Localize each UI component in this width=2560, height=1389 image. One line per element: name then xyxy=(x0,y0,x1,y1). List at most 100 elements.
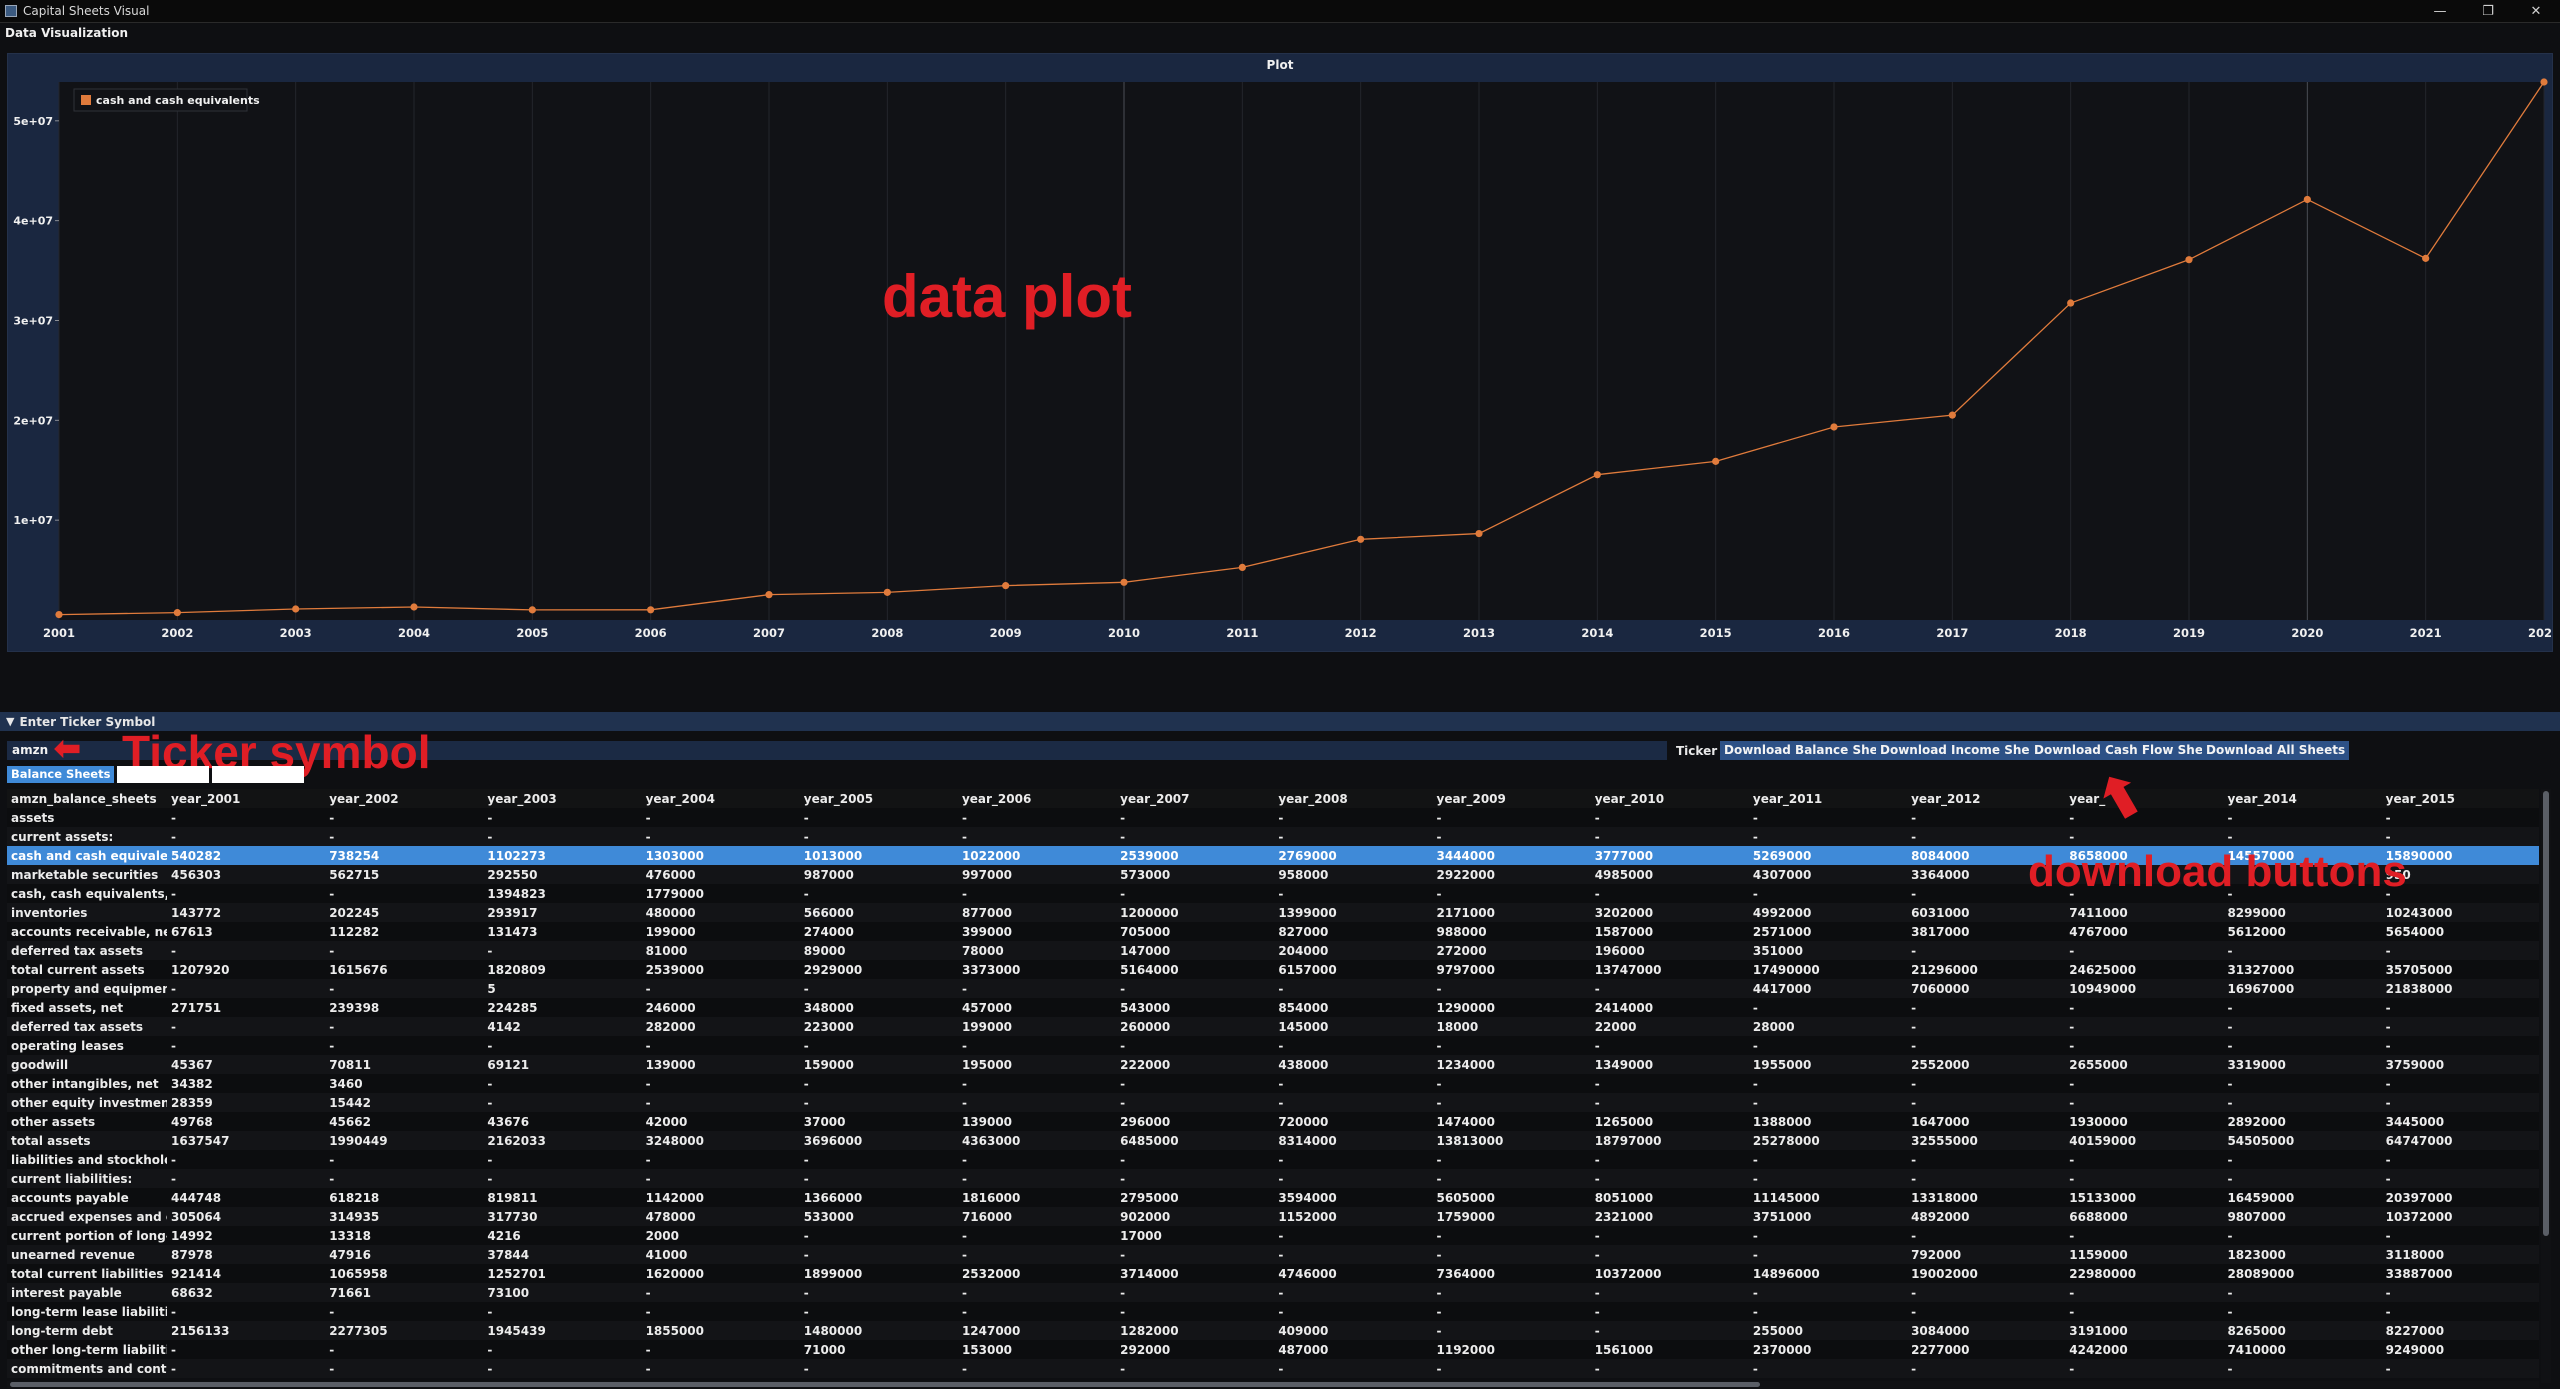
horizontal-scrollbar[interactable] xyxy=(7,1381,2539,1388)
download-all-sheets-button[interactable]: Download All Sheets xyxy=(2202,741,2350,760)
table-header-cell[interactable]: year_2010 xyxy=(1590,789,1749,808)
table-row[interactable]: current liabilities: - - - - - - - - - - - - - - - xyxy=(7,1169,2539,1188)
table-cell: 1102273 xyxy=(483,846,642,865)
data-point[interactable] xyxy=(2067,299,2075,307)
table-header-cell[interactable]: year_2005 xyxy=(799,789,958,808)
data-point[interactable] xyxy=(1830,423,1838,431)
collapse-toggle-icon[interactable]: ▼ xyxy=(6,715,14,728)
table-cell: 314935 xyxy=(325,1207,484,1226)
table-header-cell[interactable]: year_2006 xyxy=(957,789,1117,808)
table-row[interactable]: other intangibles, net 34382 3460- - - - - - - - -… xyxy=(7,1074,2539,1093)
table-row[interactable]: total current assets 1207920 1615676 182080… xyxy=(7,960,2539,979)
data-point[interactable] xyxy=(2540,78,2548,86)
horizontal-scroll-thumb[interactable] xyxy=(10,1382,1760,1387)
table-row[interactable]: other assets 49768 45662 43676 42000 37000 139… xyxy=(7,1112,2539,1131)
table-row[interactable]: total current liabilities 921414 1065958 12… xyxy=(7,1264,2539,1283)
data-point[interactable] xyxy=(410,603,418,611)
close-button[interactable]: ✕ xyxy=(2512,0,2560,22)
vertical-scrollbar[interactable] xyxy=(2541,789,2551,1383)
data-point[interactable] xyxy=(2422,254,2430,262)
table-cell: - xyxy=(483,1093,642,1112)
data-point[interactable] xyxy=(1948,411,1956,419)
table-header-cell[interactable]: year_2012 xyxy=(1907,789,2066,808)
table-cell: - xyxy=(957,1226,1117,1245)
table-row[interactable]: accounts payable 444748 618218 819811 114200… xyxy=(7,1188,2539,1207)
table-cell: 87978 xyxy=(167,1245,326,1264)
table-header-cell[interactable]: year_2008 xyxy=(1274,789,1433,808)
table-header-cell[interactable]: year_2004 xyxy=(641,789,800,808)
data-point[interactable] xyxy=(1712,457,1720,465)
vertical-scroll-thumb[interactable] xyxy=(2543,791,2549,1236)
table-row[interactable]: fixed assets, net 271751 239398 224285 24600… xyxy=(7,998,2539,1017)
tab-balance-sheets[interactable]: Balance Sheets xyxy=(7,766,115,783)
table-cell: - xyxy=(641,808,800,827)
data-point[interactable] xyxy=(55,611,63,619)
table-row[interactable]: inventories 143772 202245 293917 480000 56600… xyxy=(7,903,2539,922)
data-point[interactable] xyxy=(292,605,300,613)
table-row[interactable]: property and equipment, net--5-------441… xyxy=(7,979,2539,998)
table-row[interactable]: deferred tax assets - -4142 282000 223000 199… xyxy=(7,1017,2539,1036)
table-row[interactable]: total assets 1637547 1990449 2162033 3248000… xyxy=(7,1131,2539,1150)
table-row[interactable]: goodwill 45367 70811 69121 139000 159000 19500… xyxy=(7,1055,2539,1074)
data-point[interactable] xyxy=(1357,535,1365,543)
data-plot-annotation: data plot xyxy=(882,263,1132,330)
table-row[interactable]: other long-term liabilities----710001530… xyxy=(7,1340,2539,1359)
table-cell: 14992 xyxy=(167,1226,326,1245)
table-cell: 5654000 xyxy=(2381,922,2539,941)
minimize-button[interactable]: — xyxy=(2416,0,2464,22)
table-header-cell[interactable]: year_2009 xyxy=(1432,789,1591,808)
table-header-cell[interactable]: year_2011 xyxy=(1748,789,1908,808)
table-cell: - xyxy=(1590,884,1749,903)
data-point[interactable] xyxy=(2185,256,2193,264)
table-cell: - xyxy=(483,941,642,960)
table-row[interactable]: accounts receivable, net and676131122821… xyxy=(7,922,2539,941)
table-cell: 1823000 xyxy=(2223,1245,2382,1264)
table-header-cell[interactable]: year_2014 xyxy=(2223,789,2382,808)
tab-cash-flow-sheets[interactable] xyxy=(212,766,305,783)
data-point[interactable] xyxy=(765,591,773,599)
table-row[interactable]: long-term debt 2156133 2277305 1945439 18550… xyxy=(7,1321,2539,1340)
data-point[interactable] xyxy=(528,606,536,614)
table-row[interactable]: unearned revenue 87978 47916 37844 41000- - - -… xyxy=(7,1245,2539,1264)
data-point[interactable] xyxy=(1238,563,1246,571)
table-row[interactable]: current assets: - - - - - - - - - - - - - - - xyxy=(7,827,2539,846)
data-point[interactable] xyxy=(1593,471,1601,479)
data-point[interactable] xyxy=(883,588,891,596)
data-point[interactable] xyxy=(1002,582,1010,590)
download-balance-sheet-button[interactable]: Download Balance Sheet xyxy=(1720,741,1896,760)
tab-income-sheets[interactable] xyxy=(117,766,210,783)
line-chart[interactable]: 1e+07 2e+07 3e+07 4e+07 5e+07 2001 2002 2003 200… xyxy=(8,76,2552,652)
row-label-cell: operating leases xyxy=(7,1036,167,1055)
table-row[interactable]: operating leases - - - - - - - - - - - - - - - xyxy=(7,1036,2539,1055)
table-row[interactable]: assets - - - - - - - - - - - - - - - xyxy=(7,808,2539,827)
table-row[interactable]: other equity investments 28359 15442- - - - - -… xyxy=(7,1093,2539,1112)
restore-button[interactable]: ❐ xyxy=(2464,0,2512,22)
table-header-cell[interactable]: year_2001 xyxy=(167,789,326,808)
table-cell: - xyxy=(1748,884,1908,903)
table-header-cell[interactable]: year_2015 xyxy=(2381,789,2539,808)
table-row[interactable]: commitments and contingenc--------------… xyxy=(7,1359,2539,1378)
table-cell: 22980000 xyxy=(2065,1264,2224,1283)
table-cell: - xyxy=(1748,1302,1908,1321)
table-row[interactable]: accrued expenses and other30506431493531… xyxy=(7,1207,2539,1226)
download-income-sheet-button[interactable]: Download Income Sheet xyxy=(1876,741,2048,760)
download-cash-flow-sheet-button[interactable]: Download Cash Flow Sheet xyxy=(2030,741,2221,760)
table-cell: - xyxy=(957,1169,1117,1188)
table-row[interactable]: interest payable 68632 71661 73100- - - - - - - - -… xyxy=(7,1283,2539,1302)
data-point[interactable] xyxy=(1120,578,1128,586)
table-header-cell[interactable]: year_2007 xyxy=(1116,789,1275,808)
table-row[interactable]: current portion of long-term149921331842… xyxy=(7,1226,2539,1245)
table-cell: - xyxy=(2065,1036,2224,1055)
table-cell: - xyxy=(1116,1169,1275,1188)
table-header-sheet-name[interactable]: amzn_balance_sheets xyxy=(7,789,167,808)
data-point[interactable] xyxy=(2303,195,2311,204)
table-header-cell[interactable]: year_2002 xyxy=(325,789,484,808)
table-cell: 33887000 xyxy=(2381,1264,2539,1283)
data-point[interactable] xyxy=(647,606,655,614)
table-row[interactable]: liabilities and stockholders------------… xyxy=(7,1150,2539,1169)
table-row[interactable]: deferred tax assets - - -81000 89000 78000 147… xyxy=(7,941,2539,960)
data-point[interactable] xyxy=(173,609,181,617)
table-row[interactable]: long-term lease liabilities - - - - - - - - - - - - -… xyxy=(7,1302,2539,1321)
data-point[interactable] xyxy=(1475,529,1483,538)
table-header-cell[interactable]: year_2003 xyxy=(483,789,642,808)
